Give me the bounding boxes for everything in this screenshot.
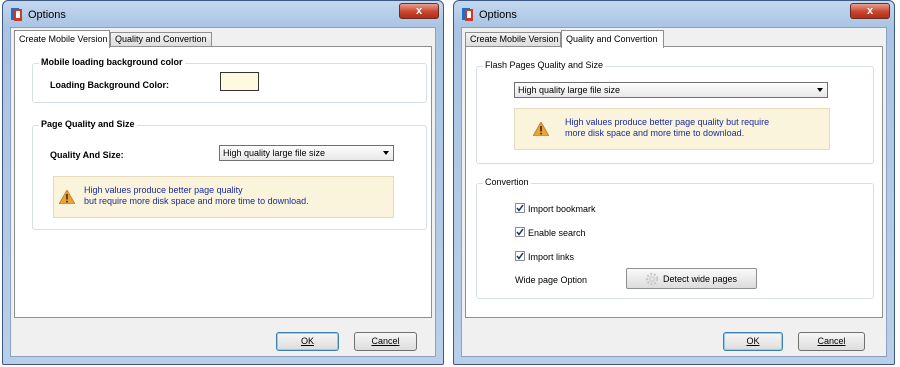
- group-mobile-background: Mobile loading background color Loading …: [32, 57, 427, 103]
- note-line-2: more disk space and more time to downloa…: [565, 128, 745, 138]
- quality-note: High values produce better page quality …: [53, 176, 394, 218]
- close-icon: x: [866, 5, 874, 17]
- quality-note: High values produce better page quality …: [514, 108, 830, 150]
- detect-label: Detect wide pages: [663, 274, 738, 284]
- note-line-2: but require more disk space and more tim…: [84, 196, 309, 206]
- import-bookmark-checkbox[interactable]: [515, 203, 525, 213]
- import-links-checkbox[interactable]: [515, 251, 525, 261]
- background-color-swatch[interactable]: [220, 72, 259, 91]
- ok-button[interactable]: OK: [276, 332, 339, 351]
- close-button[interactable]: x: [399, 3, 439, 19]
- dialog-body: Create Mobile Version Quality and Conver…: [461, 27, 887, 357]
- options-dialog-right: Options x Create Mobile Version Quality …: [453, 0, 895, 365]
- warning-triangle-icon: [533, 122, 549, 136]
- window-title: Options: [28, 9, 66, 21]
- selected-value: High quality large file size: [223, 148, 326, 158]
- note-line-1: High values produce better page quality: [84, 185, 243, 195]
- selected-value: High quality large file size: [518, 85, 621, 95]
- checkmark-icon: [516, 228, 524, 236]
- ok-button[interactable]: OK: [723, 332, 783, 351]
- detect-wide-pages-button[interactable]: Detect wide pages: [626, 268, 757, 289]
- tab-create-mobile-version[interactable]: Create Mobile Version: [14, 30, 110, 48]
- ok-label: OK: [746, 336, 760, 346]
- window-title: Options: [479, 9, 517, 21]
- group-label: Convertion: [483, 177, 531, 187]
- wide-page-option-label: Wide page Option: [515, 275, 588, 285]
- enable-search-checkbox[interactable]: [515, 227, 525, 237]
- close-icon: x: [415, 5, 423, 17]
- checkmark-icon: [516, 252, 524, 260]
- quality-size-label: Quality And Size:: [50, 150, 124, 160]
- tab-quality-and-convertion[interactable]: Quality and Convertion: [110, 32, 212, 47]
- title-bar[interactable]: Options x: [3, 1, 443, 27]
- warning-triangle-icon: [59, 190, 75, 204]
- group-convertion: Convertion Import bookmark Enable search…: [476, 177, 874, 299]
- group-label: Flash Pages Quality and Size: [483, 60, 606, 70]
- options-dialog-left: Options x Create Mobile Version Quality …: [2, 0, 444, 365]
- group-flash-pages: Flash Pages Quality and Size High qualit…: [476, 60, 874, 164]
- quality-size-select[interactable]: High quality large file size: [219, 145, 394, 161]
- dialog-body: Create Mobile Version Quality and Conver…: [10, 27, 436, 357]
- options-app-icon: [462, 8, 473, 21]
- chevron-down-icon: [383, 151, 389, 155]
- tab-page: Flash Pages Quality and Size High qualit…: [465, 46, 883, 318]
- tab-page: Mobile loading background color Loading …: [14, 46, 432, 318]
- tab-quality-and-convertion[interactable]: Quality and Convertion: [561, 30, 664, 48]
- flash-quality-select[interactable]: High quality large file size: [514, 82, 828, 98]
- ok-label: OK: [300, 336, 314, 346]
- note-line-1: High values produce better page quality …: [565, 117, 770, 127]
- loading-bg-color-label: Loading Background Color:: [50, 80, 169, 90]
- gear-icon: [645, 272, 659, 286]
- options-app-icon: [11, 8, 22, 21]
- tab-create-mobile-version[interactable]: Create Mobile Version: [465, 32, 561, 47]
- group-page-quality: Page Quality and Size Quality And Size: …: [32, 119, 427, 230]
- cancel-button[interactable]: Cancel: [798, 332, 865, 351]
- import-links-label: Import links: [528, 252, 575, 262]
- group-label: Mobile loading background color: [39, 57, 185, 67]
- cancel-label: Cancel: [371, 336, 400, 346]
- title-bar[interactable]: Options x: [454, 1, 894, 27]
- chevron-down-icon: [817, 88, 823, 92]
- group-label: Page Quality and Size: [39, 119, 137, 129]
- close-button[interactable]: x: [850, 3, 890, 19]
- import-bookmark-label: Import bookmark: [528, 204, 596, 214]
- enable-search-label: Enable search: [528, 228, 586, 238]
- cancel-label: Cancel: [817, 336, 846, 346]
- checkmark-icon: [516, 204, 524, 212]
- cancel-button[interactable]: Cancel: [354, 332, 417, 351]
